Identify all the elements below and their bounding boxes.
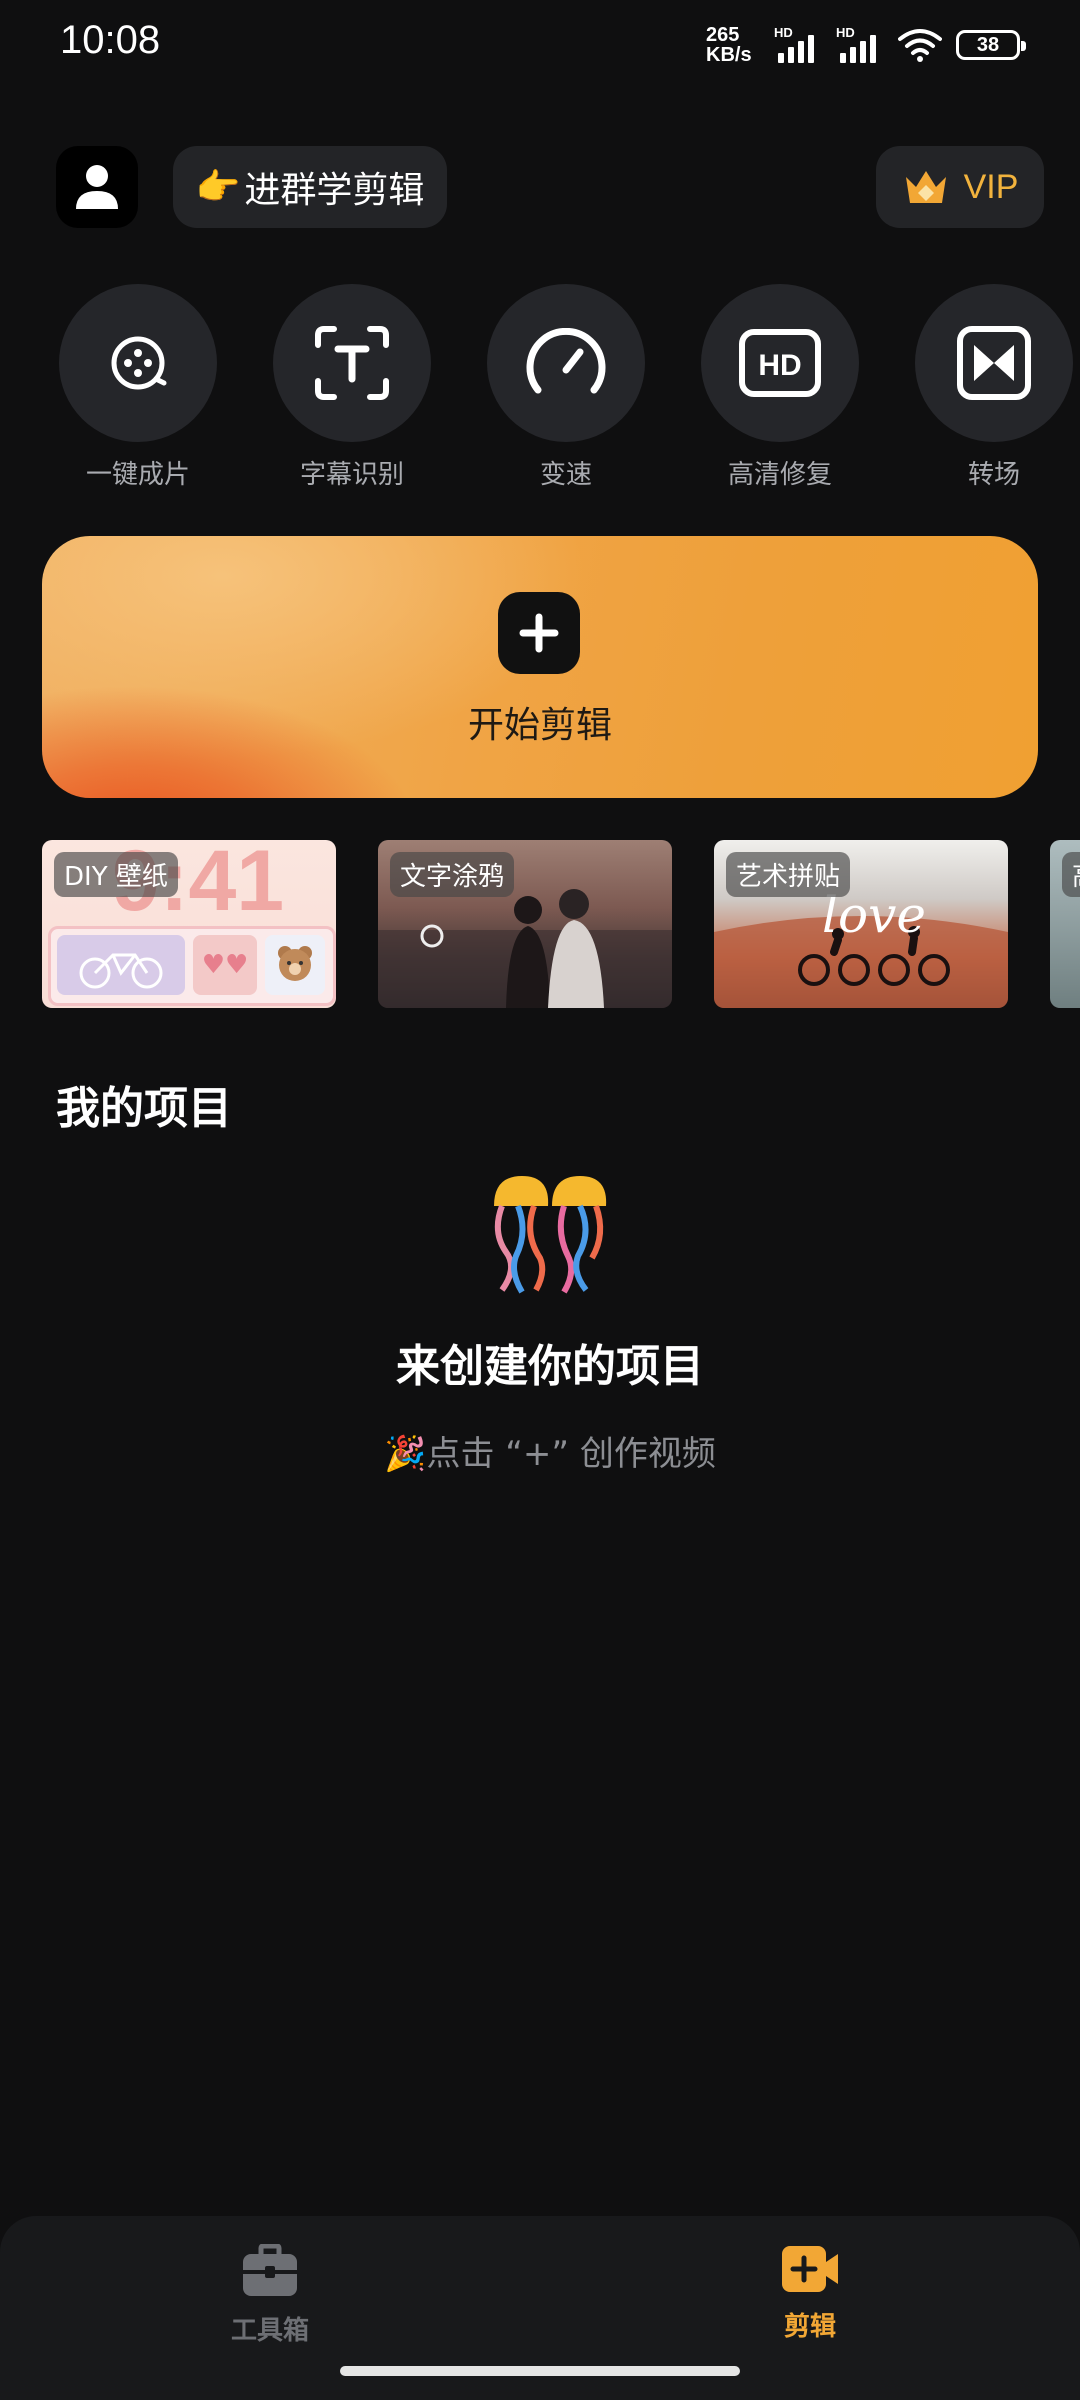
tool-circle [915,284,1073,442]
tool-shortcuts: 一键成片 字幕识别 变速 HD 高清修复 转场 [0,284,1080,494]
avatar-button[interactable] [56,146,138,228]
nav-edit[interactable]: 剪辑 [710,2244,910,2343]
bicycle-icon [79,953,163,989]
network-speed: 265 KB/s [706,25,760,65]
film-reel-icon [111,336,167,390]
tool-circle [487,284,645,442]
svg-text:HD: HD [758,349,801,382]
wallpaper-widget-frame: ♥♥ [48,926,336,1006]
template-carousel: 9:41 ♥♥ DIY 壁纸 文字涂鸦 love 艺术拼贴 [0,840,1080,1010]
tool-transition[interactable]: 转场 [914,284,1074,491]
transition-icon [957,326,1031,400]
tool-label: 变速 [539,460,592,490]
tool-hd-restore[interactable]: HD 高清修复 [700,284,860,491]
template-tag: DIY 壁纸 [54,852,178,897]
text-scan-icon [315,326,389,400]
signal-sim1-icon: HD [774,25,822,63]
join-group-button[interactable]: 👉 进群学剪辑 [173,146,447,228]
network-speed-value: 265 [706,24,740,46]
start-editing-label: 开始剪辑 [467,705,612,746]
party-popper-icon: 🎉 [384,1434,427,1474]
video-add-icon [782,2246,838,2292]
vip-button[interactable]: VIP [876,146,1044,228]
join-group-label: 进群学剪辑 [244,170,425,211]
empty-projects-hint-text: 点击 “+” 创作视频 [426,1434,716,1474]
nav-toolbox-label: 工具箱 [230,2316,309,2346]
vip-label: VIP [963,167,1019,206]
speedometer-icon [526,328,606,394]
template-art-collage[interactable]: love 艺术拼贴 [714,840,1008,1008]
template-partial[interactable]: 高 [1050,840,1080,1008]
projects-section-title: 我的项目 [56,1083,232,1134]
template-tag: 高 [1062,852,1080,897]
pointing-hand-icon: 👉 [195,167,241,208]
status-time: 10:08 [60,18,161,62]
tool-label: 转场 [967,460,1020,490]
network-speed-unit: KB/s [706,44,752,66]
wifi-icon [898,29,942,62]
start-editing-card[interactable]: 开始剪辑 [42,536,1038,798]
status-icons: 265 KB/s HD HD 38 [706,24,1026,66]
bear-icon [278,946,312,981]
crown-icon [905,171,946,203]
template-diy-wallpaper[interactable]: 9:41 ♥♥ DIY 壁纸 [42,840,336,1008]
template-text-doodle[interactable]: 文字涂鸦 [378,840,672,1008]
hd-icon: HD [739,329,821,397]
hearts-widget: ♥♥ [193,935,257,995]
plus-icon [498,592,580,674]
tool-circle: HD [701,284,859,442]
status-bar: 10:08 265 KB/s HD HD 38 [0,0,1080,90]
tool-circle [59,284,217,442]
user-icon [76,165,118,209]
empty-projects-title: 来创建你的项目 [396,1341,704,1392]
template-tag: 文字涂鸦 [390,852,515,897]
toolbox-icon [243,2243,297,2296]
empty-projects-hint: 🎉点击 “+” 创作视频 [0,1426,1080,1475]
battery-level: 38 [976,33,1000,56]
tool-speed[interactable]: 变速 [486,284,646,491]
tool-circle [273,284,431,442]
nav-edit-label: 剪辑 [783,2312,836,2342]
signal-sim2-icon: HD [836,25,884,63]
party-jellyfish-icon [494,1176,607,1294]
nav-toolbox[interactable]: 工具箱 [170,2243,370,2347]
home-indicator[interactable] [340,2366,740,2376]
bicycle-widget [57,935,185,995]
tool-label: 高清修复 [727,460,832,490]
tool-one-click-video[interactable]: 一键成片 [58,284,218,491]
bear-widget [265,935,325,995]
tool-label: 字幕识别 [299,460,404,490]
tool-subtitle-recognition[interactable]: 字幕识别 [272,284,432,491]
tool-label: 一键成片 [85,460,190,490]
battery-icon: 38 [956,30,1026,60]
template-tag: 艺术拼贴 [726,852,851,897]
